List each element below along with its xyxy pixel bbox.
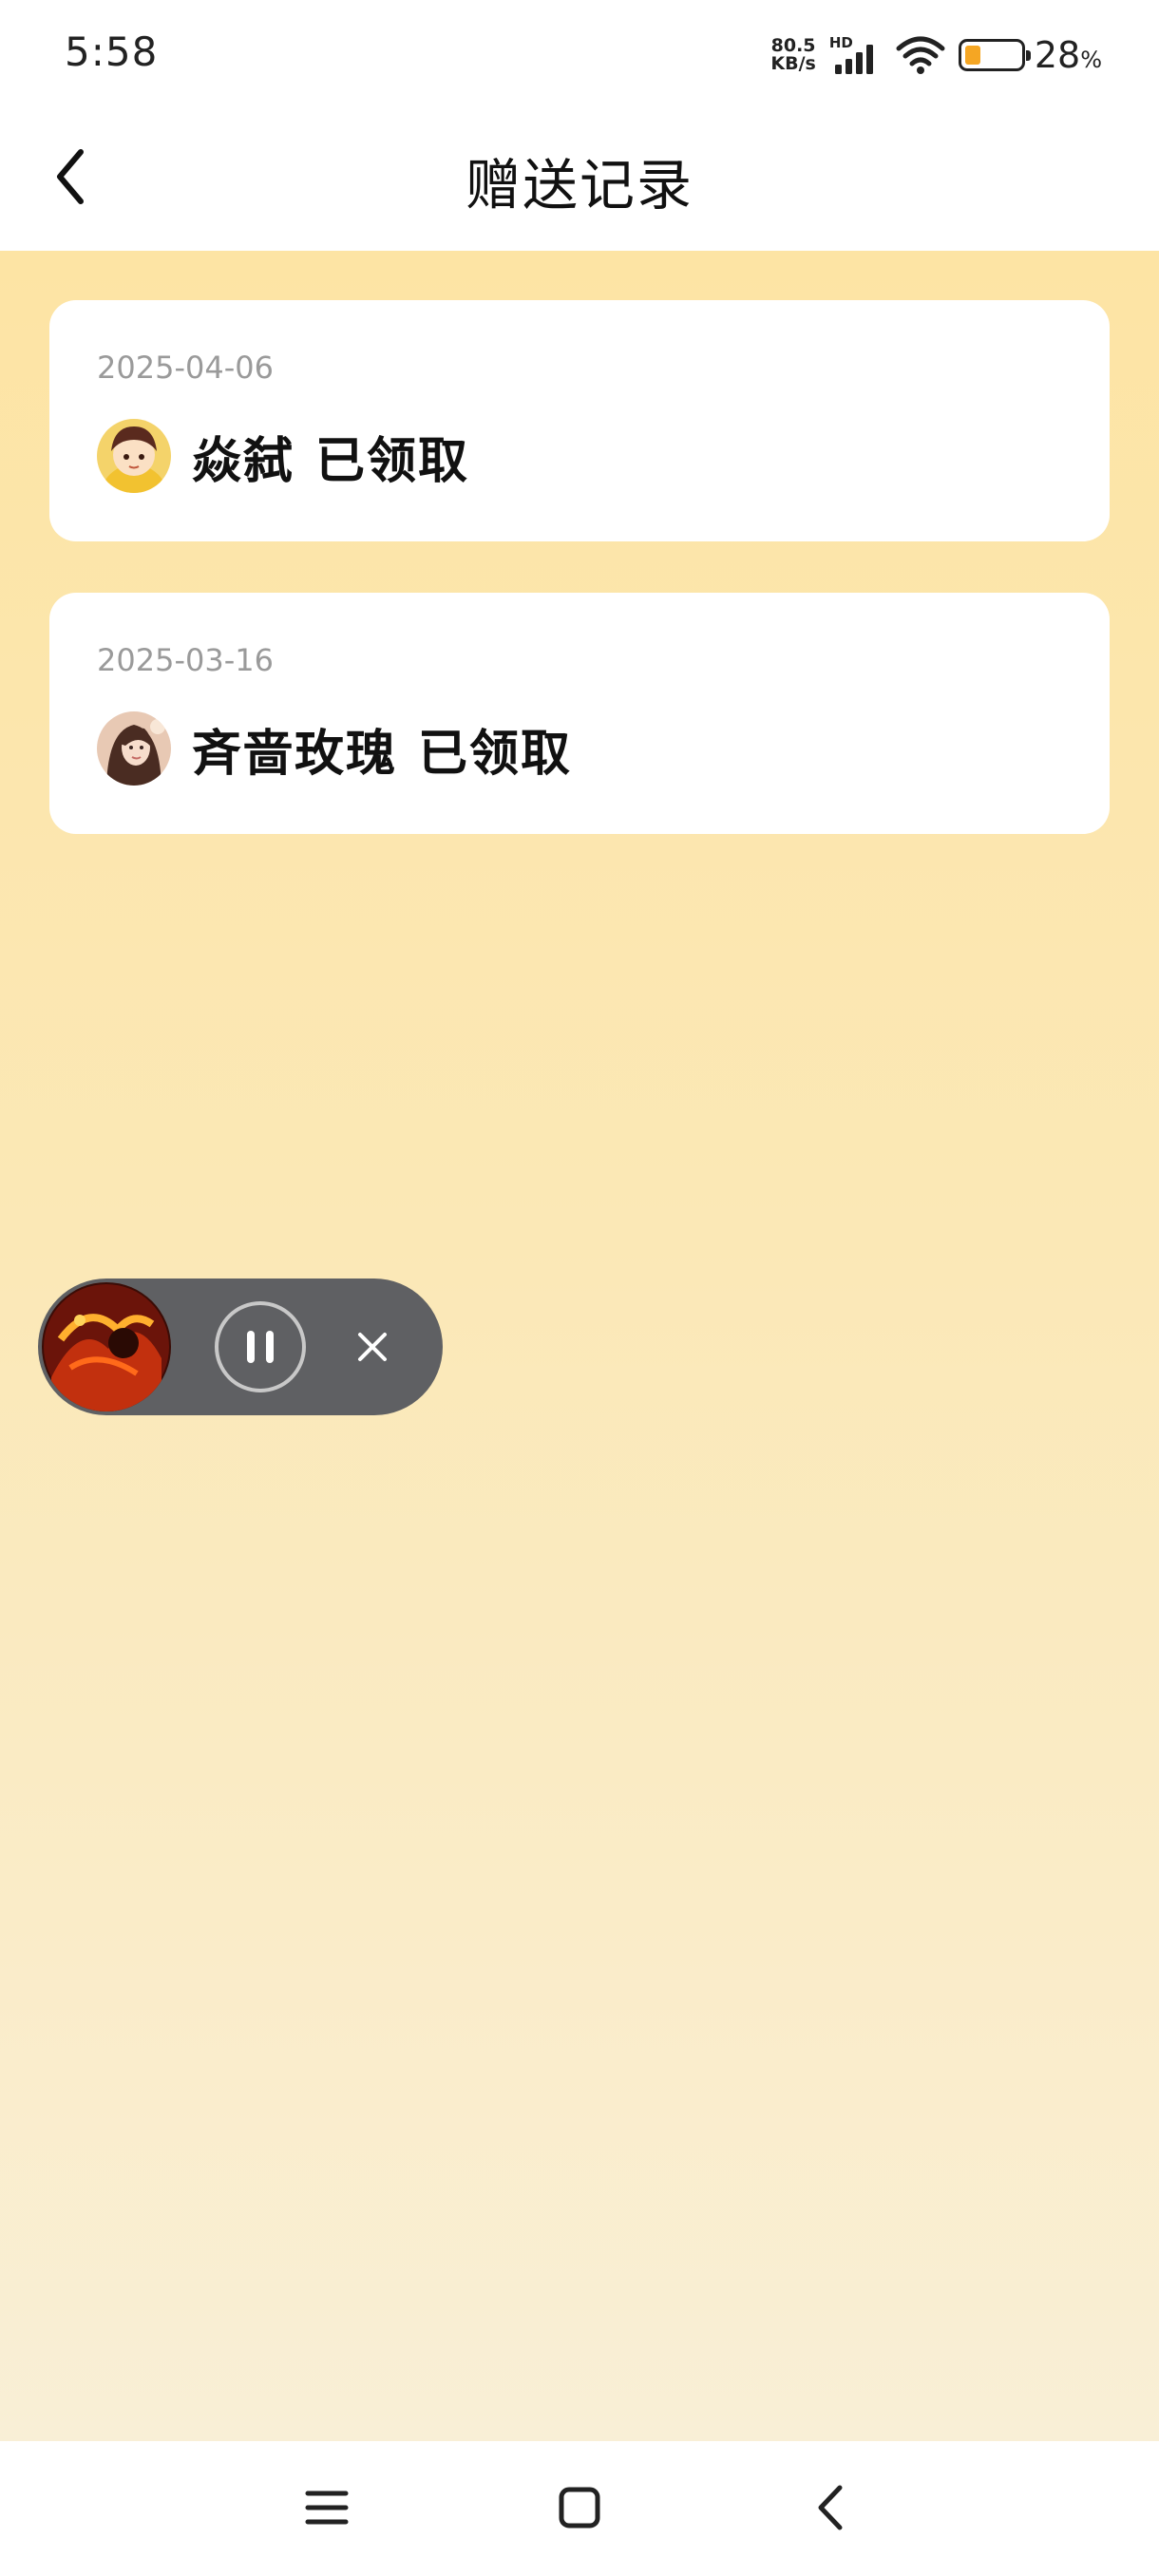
- nav-back-button[interactable]: [794, 2470, 870, 2546]
- pause-button[interactable]: [215, 1301, 306, 1392]
- record-name: 焱弑: [192, 432, 295, 490]
- album-cover[interactable]: [42, 1282, 171, 1411]
- record-row: 焱弑 已领取: [97, 418, 469, 494]
- avatar[interactable]: [97, 711, 171, 786]
- avatar[interactable]: [97, 419, 171, 493]
- network-speed-unit: KB/s: [770, 53, 816, 74]
- record-date: 2025-04-06: [97, 350, 274, 386]
- floating-mini-player[interactable]: [38, 1279, 443, 1415]
- record-date: 2025-03-16: [97, 642, 274, 678]
- status-time: 5:58: [65, 28, 159, 75]
- status-bar: 5:58 80.5 KB/s HD 28%: [0, 0, 1159, 112]
- cell-signal-icon: HD: [829, 34, 883, 76]
- pause-icon: [247, 1331, 255, 1363]
- close-icon: [358, 1333, 387, 1361]
- system-nav-bar: [0, 2441, 1159, 2576]
- network-speed: 80.5 KB/s: [770, 37, 815, 73]
- menu-button[interactable]: [289, 2470, 365, 2546]
- home-icon: [559, 2487, 600, 2529]
- record-card[interactable]: 2025-03-16 斉啬玫瑰 已领取: [49, 593, 1110, 834]
- battery: 28%: [958, 34, 1102, 76]
- battery-icon: [958, 39, 1031, 71]
- hd-label: HD: [828, 34, 853, 51]
- screen: 5:58 80.5 KB/s HD 28% 赠送记录 2025-04-06 焱弑…: [0, 0, 1159, 2576]
- record-row: 斉啬玫瑰 已领取: [97, 710, 572, 786]
- battery-fill: [964, 46, 980, 65]
- record-status: 已领取: [315, 432, 470, 490]
- record-status: 已领取: [418, 725, 573, 783]
- record-name: 斉啬玫瑰: [192, 725, 398, 783]
- wifi-icon: [896, 36, 945, 74]
- back-icon: [818, 2485, 843, 2530]
- record-card[interactable]: 2025-04-06 焱弑 已领取: [49, 300, 1110, 541]
- close-player-button[interactable]: [344, 1318, 401, 1375]
- home-button[interactable]: [542, 2470, 618, 2546]
- gift-record-list: 2025-04-06 焱弑 已领取 2025-03-16 斉啬玫瑰 已领取: [0, 251, 1159, 2441]
- menu-icon: [305, 2491, 349, 2525]
- app-header: 赠送记录: [0, 112, 1159, 251]
- battery-percent: 28%: [1034, 34, 1102, 76]
- status-indicators: 80.5 KB/s HD 28%: [770, 30, 1102, 80]
- page-title: 赠送记录: [465, 153, 694, 218]
